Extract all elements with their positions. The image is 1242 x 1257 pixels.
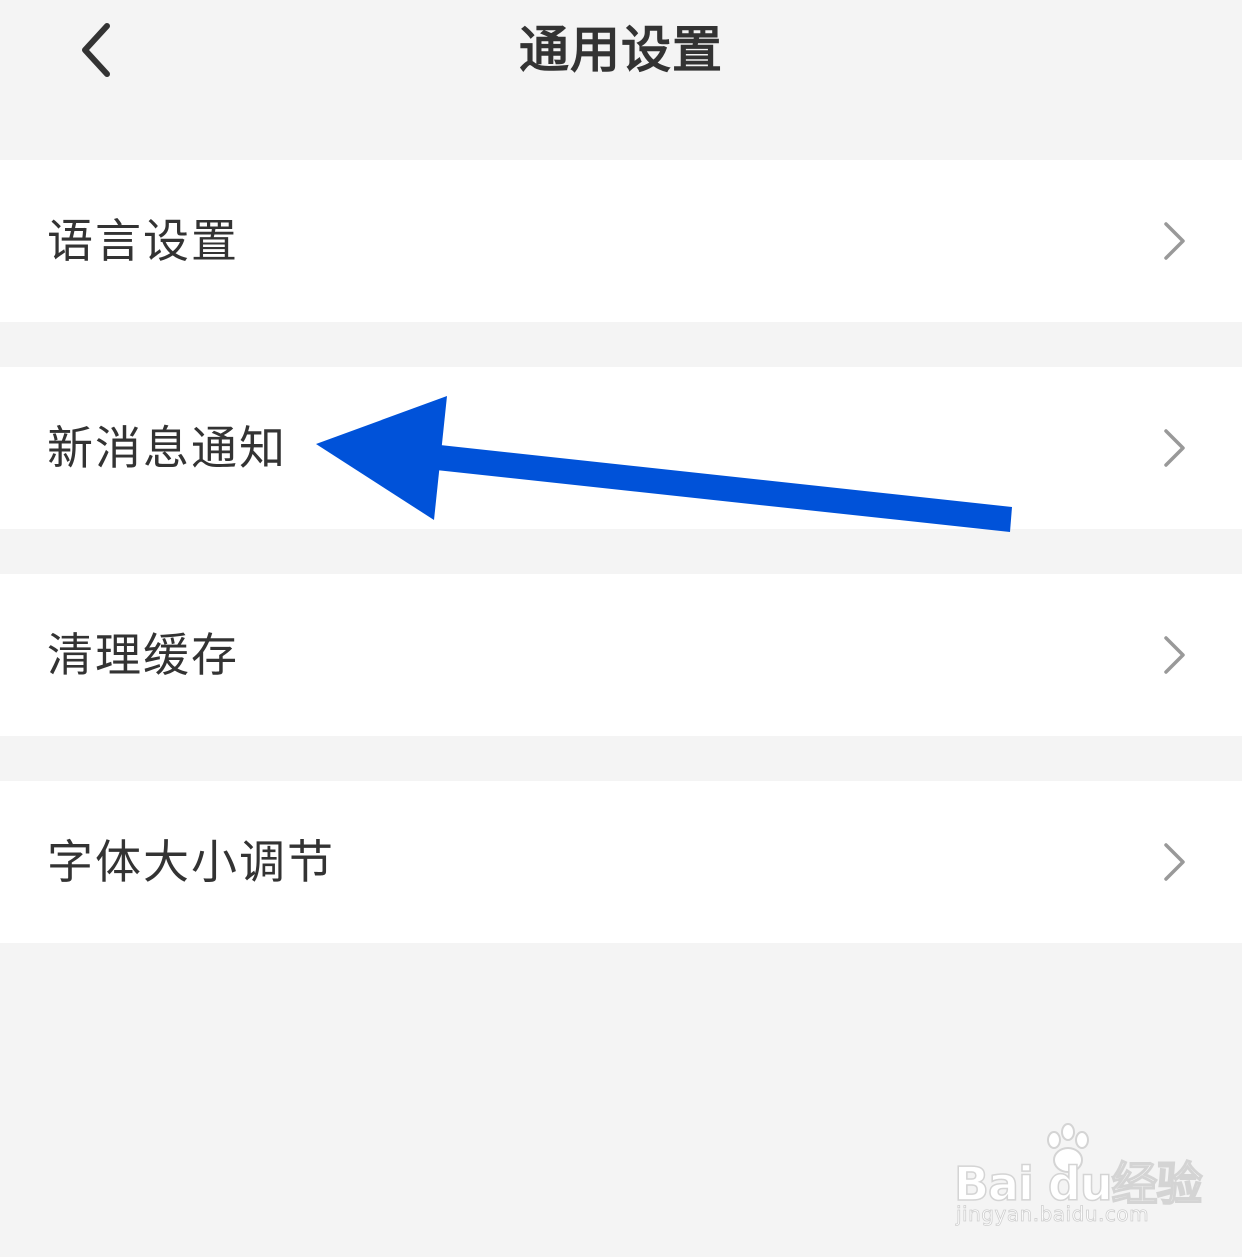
settings-item-label: 字体大小调节	[47, 835, 335, 889]
chevron-right-icon	[1164, 222, 1185, 260]
chevron-right-icon	[1164, 843, 1185, 881]
settings-item-label: 清理缓存	[47, 628, 239, 682]
header-bar: 通用设置	[0, 0, 1242, 110]
watermark-url: jingyan.baidu.com	[956, 1202, 1150, 1227]
chevron-right-icon	[1164, 429, 1185, 467]
watermark-brand: Bai du经验	[953, 1156, 1203, 1212]
settings-item-label: 语言设置	[47, 214, 239, 268]
paw-icon	[1047, 1123, 1089, 1173]
settings-item-font-size[interactable]: 字体大小调节	[0, 781, 1242, 943]
page-title: 通用设置	[519, 21, 723, 79]
chevron-right-icon	[1164, 636, 1185, 674]
settings-item-clear-cache[interactable]: 清理缓存	[0, 574, 1242, 736]
watermark: Bai du经验 jingyan.baidu.com	[950, 1120, 1203, 1230]
settings-item-language[interactable]: 语言设置	[0, 160, 1242, 322]
settings-item-notifications[interactable]: 新消息通知	[0, 367, 1242, 529]
settings-item-label: 新消息通知	[47, 421, 287, 475]
